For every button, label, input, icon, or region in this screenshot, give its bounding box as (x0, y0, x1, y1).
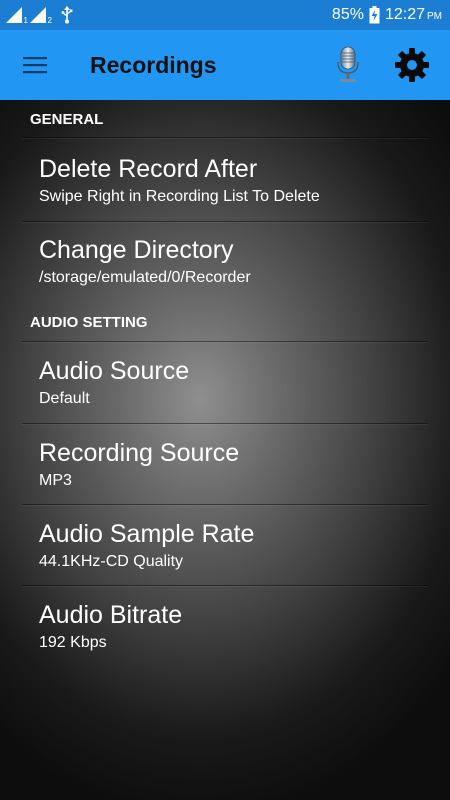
app-bar: Recordings (0, 30, 450, 100)
page-title: Recordings (90, 51, 217, 78)
clock-ampm: PM (427, 11, 442, 22)
pref-summary: Default (39, 390, 90, 407)
section-header-audio-setting: AUDIO SETTING (30, 314, 148, 331)
divider (22, 221, 428, 222)
pref-recording-source[interactable]: Recording Source MP3 (39, 438, 429, 490)
battery-percent: 85% (331, 6, 364, 23)
pref-title: Audio Source (39, 357, 190, 385)
pref-title: Audio Sample Rate (39, 520, 255, 548)
divider (22, 423, 428, 424)
status-left: 1 2 (0, 6, 74, 25)
signal-sim1-icon: 1 (6, 6, 28, 25)
section-header-general: GENERAL (30, 111, 104, 128)
divider (22, 585, 428, 586)
divider (22, 504, 428, 505)
status-right: 85% 12:27 PM (332, 6, 450, 24)
usb-icon (61, 6, 73, 24)
sim1-label: 1 (23, 16, 28, 25)
menu-button[interactable] (0, 30, 70, 100)
pref-summary: /storage/emulated/0/Recorder (39, 269, 251, 286)
pref-summary: 44.1KHz-CD Quality (39, 553, 184, 570)
pref-audio-source[interactable]: Audio Source Default (39, 356, 429, 408)
hamburger-menu-icon (23, 57, 47, 74)
pref-summary: Swipe Right in Recording List To Delete (39, 188, 320, 205)
pref-change-directory[interactable]: Change Directory /storage/emulated/0/Rec… (39, 235, 429, 287)
status-bar: 1 2 85% 12:27 PM (0, 0, 450, 30)
pref-delete-record-after[interactable]: Delete Record After Swipe Right in Recor… (39, 154, 429, 206)
signal-sim2-icon: 2 (30, 6, 52, 25)
clock-time: 12:27 (384, 6, 425, 23)
pref-summary: MP3 (39, 472, 72, 489)
pref-title: Change Directory (39, 236, 234, 264)
divider (22, 341, 428, 342)
battery-charging-icon (369, 6, 380, 24)
pref-title: Delete Record After (39, 155, 258, 183)
pref-title: Recording Source (39, 439, 240, 467)
clock: 12:27 PM (385, 6, 442, 24)
settings-button[interactable] (388, 41, 436, 89)
sim2-label: 2 (47, 16, 52, 25)
pref-audio-sample-rate[interactable]: Audio Sample Rate 44.1KHz-CD Quality (39, 519, 429, 571)
microphone-icon (337, 46, 359, 82)
record-button[interactable] (328, 40, 368, 90)
pref-title: Audio Bitrate (39, 601, 183, 629)
gear-icon (395, 48, 429, 82)
pref-summary: 192 Kbps (39, 634, 107, 651)
settings-list: GENERAL Delete Record After Swipe Right … (0, 100, 450, 800)
divider (22, 137, 428, 138)
pref-audio-bitrate[interactable]: Audio Bitrate 192 Kbps (39, 600, 429, 652)
